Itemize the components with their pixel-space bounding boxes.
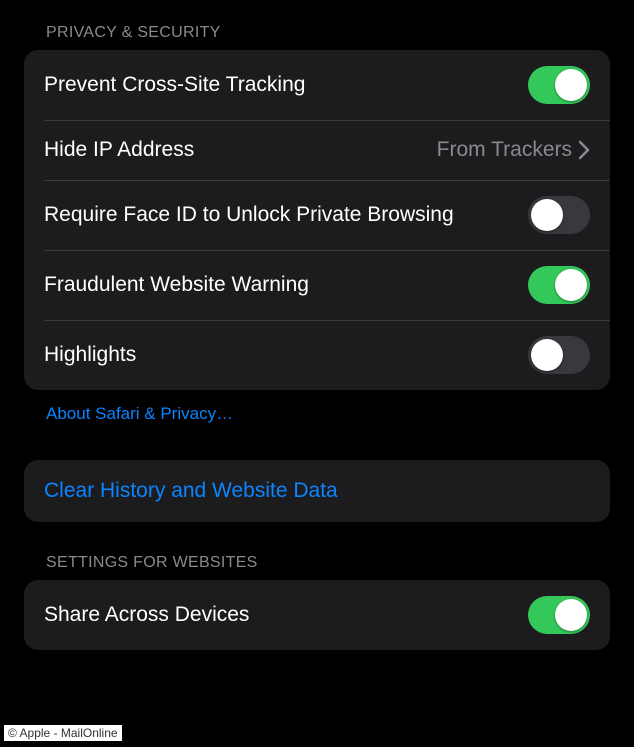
settings-screen: Privacy & Security Prevent Cross-Site Tr…	[0, 0, 634, 747]
privacy-card: Prevent Cross-Site Tracking Hide IP Addr…	[24, 50, 610, 390]
row-label: Hide IP Address	[44, 137, 437, 163]
toggle-highlights[interactable]	[528, 336, 590, 374]
toggle-fraudulent-website-warning[interactable]	[528, 266, 590, 304]
row-value: From Trackers	[437, 138, 572, 162]
toggle-prevent-cross-site-tracking[interactable]	[528, 66, 590, 104]
section-header-privacy: Privacy & Security	[24, 10, 610, 50]
row-require-faceid[interactable]: Require Face ID to Unlock Private Browsi…	[24, 180, 610, 250]
chevron-right-icon	[578, 140, 590, 160]
section-header-websites: Settings for Websites	[24, 540, 610, 580]
clear-history-card: Clear History and Website Data	[24, 460, 610, 522]
row-prevent-cross-site-tracking[interactable]: Prevent Cross-Site Tracking	[24, 50, 610, 120]
row-label: Fraudulent Website Warning	[44, 272, 528, 298]
row-label: Share Across Devices	[44, 602, 528, 628]
row-fraudulent-website-warning[interactable]: Fraudulent Website Warning	[24, 250, 610, 320]
image-credit: © Apple - MailOnline	[4, 725, 122, 741]
row-label: Require Face ID to Unlock Private Browsi…	[44, 202, 528, 228]
row-label: Prevent Cross-Site Tracking	[44, 72, 528, 98]
clear-history-label: Clear History and Website Data	[44, 479, 338, 503]
row-right: From Trackers	[437, 138, 590, 162]
row-label: Highlights	[44, 342, 528, 368]
toggle-require-faceid[interactable]	[528, 196, 590, 234]
row-hide-ip-address[interactable]: Hide IP Address From Trackers	[24, 120, 610, 180]
row-share-across-devices[interactable]: Share Across Devices	[24, 580, 610, 650]
about-safari-privacy-link[interactable]: About Safari & Privacy…	[24, 390, 610, 432]
row-clear-history[interactable]: Clear History and Website Data	[24, 460, 610, 522]
websites-card: Share Across Devices	[24, 580, 610, 650]
row-highlights[interactable]: Highlights	[24, 320, 610, 390]
toggle-share-across-devices[interactable]	[528, 596, 590, 634]
